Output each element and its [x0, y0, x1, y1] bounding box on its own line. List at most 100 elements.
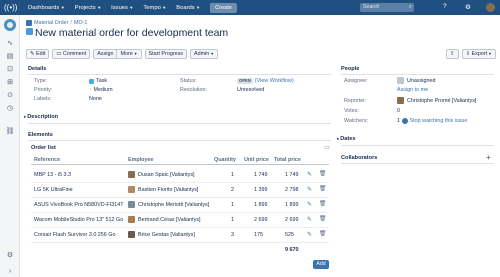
- total-price-cell: 2 699: [285, 217, 299, 223]
- pencil-icon: ✎: [30, 51, 35, 57]
- add-collaborator-icon[interactable]: +: [486, 153, 491, 162]
- table-row: Wacom MobileStudio Pro 13" 512 Go Bertra…: [31, 213, 329, 228]
- reference-cell: Corsair Flash Survivor 3.0 256 Go: [34, 232, 116, 238]
- column-header-employee[interactable]: Employee: [128, 157, 153, 163]
- collapse-sidebar-icon[interactable]: ›: [5, 267, 15, 277]
- components-icon[interactable]: ⊙: [5, 91, 15, 101]
- watchers-value: 1 Stop watching this issue: [397, 118, 467, 124]
- chevron-down-icon: ▼: [162, 5, 167, 10]
- section-divider: [28, 123, 331, 124]
- column-header-reference[interactable]: Reference: [34, 157, 60, 163]
- export-button[interactable]: ⇩ Export▼: [461, 49, 496, 59]
- add-row-button[interactable]: Add: [313, 260, 329, 269]
- board-icon[interactable]: ▤: [5, 52, 15, 62]
- project-icon: [26, 20, 32, 26]
- unit-price-cell: 1 899: [254, 202, 268, 208]
- nav-dashboards[interactable]: Dashboards ▼: [28, 5, 65, 11]
- table-options-icon[interactable]: ▭: [324, 144, 330, 151]
- labels-label: Labels:: [34, 96, 52, 102]
- app-logo-icon[interactable]: ((•)): [4, 3, 18, 12]
- reporter-label: Reporter:: [344, 98, 367, 104]
- order-list-title: Order list: [31, 145, 56, 151]
- collaborators-heading[interactable]: Collaborators: [341, 155, 377, 161]
- assign-button[interactable]: Assign: [93, 49, 118, 59]
- reporter-value[interactable]: Christophe Promé [Valiantys]: [397, 97, 476, 104]
- create-button[interactable]: Create: [210, 2, 237, 13]
- nav-tempo[interactable]: Tempo ▼: [143, 5, 166, 11]
- issues-icon[interactable]: ⊞: [5, 78, 15, 88]
- nav-issues[interactable]: Issues ▼: [111, 5, 133, 11]
- nav-boards[interactable]: Boards ▼: [176, 5, 200, 11]
- breadcrumb-issue-link[interactable]: MO-1: [74, 20, 87, 26]
- reporter-text: Christophe Promé [Valiantys]: [407, 97, 477, 104]
- nav-label: Boards: [176, 4, 195, 11]
- nav-label: Issues: [111, 4, 128, 11]
- delete-row-icon[interactable]: 🗑: [319, 216, 326, 222]
- votes-value[interactable]: 0: [397, 108, 400, 114]
- export-label: Export: [471, 51, 488, 57]
- dates-heading[interactable]: ▸Dates: [337, 136, 356, 142]
- breadcrumb-project-link[interactable]: Material Order: [34, 20, 68, 26]
- stop-watching-link[interactable]: Stop watching this issue: [410, 118, 468, 124]
- edit-button[interactable]: ✎ Edit: [26, 49, 50, 59]
- quantity-cell: 1: [231, 172, 234, 178]
- chevron-down-icon: ▼: [210, 52, 215, 56]
- column-header-quantity[interactable]: Quantity: [214, 157, 236, 163]
- table-row: ASUS VivoBook Pro N580VD-FI314T Christop…: [31, 198, 329, 213]
- settings-icon[interactable]: ⚙: [5, 251, 15, 261]
- project-avatar[interactable]: [4, 19, 16, 31]
- delete-row-icon[interactable]: 🗑: [319, 171, 326, 177]
- comment-button[interactable]: ▭ Comment: [52, 49, 91, 59]
- search-icon: ⌕: [408, 4, 412, 10]
- delete-row-icon[interactable]: 🗑: [319, 186, 326, 192]
- gear-icon[interactable]: ⚙: [465, 3, 471, 11]
- view-workflow-link[interactable]: (View Workflow): [255, 78, 294, 84]
- delete-row-icon[interactable]: 🗑: [319, 231, 326, 237]
- nav-projects[interactable]: Projects ▼: [75, 5, 101, 11]
- task-icon: [89, 78, 94, 84]
- admin-button[interactable]: Admin▼: [190, 49, 219, 59]
- export-icon: ⇩: [465, 51, 471, 57]
- issue-title: New material order for development team: [35, 27, 229, 39]
- quantity-cell: 2: [231, 187, 234, 193]
- edit-row-icon[interactable]: ✎: [307, 216, 312, 223]
- description-heading[interactable]: ▸Description: [24, 114, 58, 120]
- total-price-cell: 525: [285, 232, 294, 238]
- edit-row-icon[interactable]: ✎: [307, 201, 312, 208]
- activity-icon[interactable]: ∿: [5, 39, 15, 49]
- employee-cell: Bertrand César [Valiantys]: [138, 217, 201, 223]
- edit-row-icon[interactable]: ✎: [307, 186, 312, 193]
- edit-row-icon[interactable]: ✎: [307, 231, 312, 238]
- column-header-total-price[interactable]: Total price: [274, 157, 301, 163]
- breadcrumb-separator: /: [70, 20, 72, 26]
- search-placeholder: Search: [363, 4, 380, 10]
- shortcut-link-icon[interactable]: ⛓: [5, 127, 15, 137]
- user-avatar[interactable]: [486, 3, 495, 12]
- assign-to-me-link[interactable]: Assign to me: [397, 87, 428, 93]
- chevron-down-icon: ▼: [97, 5, 102, 10]
- unit-price-cell: 175: [254, 232, 263, 238]
- watchers-count[interactable]: 1: [397, 118, 400, 124]
- search-input[interactable]: Search ⌕: [360, 3, 414, 12]
- elements-heading[interactable]: Elements: [28, 132, 53, 138]
- tempo-icon[interactable]: ◷: [5, 104, 15, 114]
- nav-label: Tempo: [143, 4, 161, 11]
- edit-row-icon[interactable]: ✎: [307, 171, 312, 178]
- start-progress-button[interactable]: Start Progress: [144, 49, 187, 59]
- status-value: OPEN (View Workflow): [237, 78, 294, 84]
- help-icon[interactable]: ?: [443, 3, 447, 10]
- top-navigation-bar: ((•)) Dashboards ▼ Projects ▼ Issues ▼ Temp…: [0, 0, 500, 15]
- people-heading[interactable]: People: [341, 66, 359, 72]
- details-heading[interactable]: Details: [28, 66, 46, 72]
- delete-row-icon[interactable]: 🗑: [319, 201, 326, 207]
- unit-price-cell: 1 749: [254, 172, 268, 178]
- assign-to-me-text: Assign to me: [397, 87, 429, 93]
- more-button[interactable]: More▼: [117, 49, 142, 59]
- reports-icon[interactable]: ⊡: [5, 65, 15, 75]
- reporter-avatar: [397, 97, 404, 104]
- chevron-down-icon: ▼: [133, 52, 138, 56]
- share-button[interactable]: ⇪: [446, 49, 459, 59]
- description-heading-text: Description: [27, 114, 59, 120]
- reference-cell: LG 5K UltraFine: [34, 187, 73, 193]
- column-header-unit-price[interactable]: Unit price: [244, 157, 269, 163]
